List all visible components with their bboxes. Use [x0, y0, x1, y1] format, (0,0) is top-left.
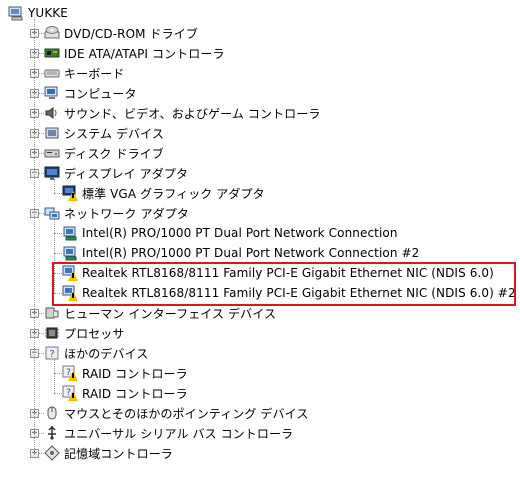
tree-item-label: 記憶域コントローラ: [64, 446, 173, 461]
tree-root-yukke[interactable]: YUKKE: [8, 3, 68, 23]
tree-item-label: システム デバイス: [64, 126, 164, 141]
tree-child-network-card[interactable]: Intel(R) PRO/1000 PT Dual Port Network C…: [62, 243, 419, 263]
unknown-warning-icon: ?: [62, 385, 78, 401]
tree-item-label: Intel(R) PRO/1000 PT Dual Port Network C…: [82, 246, 420, 260]
tree-item-label: ディスプレイ アダプタ: [64, 166, 189, 181]
tree-item-label: ヒューマン インターフェイス デバイス: [64, 306, 277, 321]
tree-connector: [34, 19, 35, 453]
tree-item-display-adapter[interactable]: ディスプレイ アダプタ: [44, 163, 188, 183]
tree-item-hid[interactable]: ヒューマン インターフェイス デバイス: [44, 303, 276, 323]
tree-item-disk-drive[interactable]: ディスク ドライブ: [44, 143, 164, 163]
tree-connector: [54, 233, 62, 234]
tree-item-label: Intel(R) PRO/1000 PT Dual Port Network C…: [82, 226, 398, 240]
other-devices-icon: ?: [44, 345, 60, 361]
mouse-icon: [44, 405, 60, 421]
tree-item-label: IDE ATA/ATAPI コントローラ: [64, 46, 225, 61]
tree-item-label: DVD/CD-ROM ドライブ: [64, 26, 198, 41]
unknown-warning-icon: ?: [62, 365, 78, 381]
display-warning-icon: [62, 185, 78, 201]
tree-item-computer[interactable]: コンピュータ: [44, 83, 137, 103]
tree-item-system-device[interactable]: システム デバイス: [44, 123, 164, 143]
hid-icon: [44, 305, 60, 321]
tree-item-label: RAID コントローラ: [82, 386, 188, 401]
speaker-icon: [44, 105, 60, 121]
keyboard-icon: [44, 65, 60, 81]
network-adapter-icon: [44, 205, 60, 221]
highlight-box: [52, 262, 516, 306]
tree-child-unknown-warning[interactable]: ? RAID コントローラ: [62, 363, 188, 383]
tree-item-label: マウスとそのほかのポインティング デバイス: [64, 406, 309, 421]
tree-item-label: ほかのデバイス: [64, 346, 149, 361]
tree-item-label: RAID コントローラ: [82, 366, 188, 381]
tree-item-network-adapter[interactable]: ネットワーク アダプタ: [44, 203, 189, 223]
warning-mark: [72, 393, 74, 398]
device-tree: YUKKE + DVD/CD-ROM ドライブ + IDE ATA/ATAPI コントロ…: [0, 0, 520, 490]
network-card-icon: [62, 245, 78, 261]
tree-item-label: 標準 VGA グラフィック アダプタ: [82, 186, 265, 201]
computer-icon: [44, 85, 60, 101]
tree-item-label: ディスク ドライブ: [64, 146, 164, 161]
tree-item-keyboard[interactable]: キーボード: [44, 63, 125, 83]
tree-item-label: コンピュータ: [64, 86, 137, 101]
tree-item-mouse[interactable]: マウスとそのほかのポインティング デバイス: [44, 403, 308, 423]
tree-connector: [54, 373, 62, 374]
tree-item-other-devices[interactable]: ? ほかのデバイス: [44, 343, 148, 363]
cdrom-icon: [44, 25, 60, 41]
tree-item-storage-controller[interactable]: 記憶域コントローラ: [44, 443, 173, 463]
tree-item-label: サウンド、ビデオ、およびゲーム コントローラ: [64, 106, 321, 121]
display-adapter-icon: [44, 165, 60, 181]
tree-child-display-warning[interactable]: 標準 VGA グラフィック アダプタ: [62, 183, 265, 203]
storage-controller-icon: [44, 445, 60, 461]
processor-icon: [44, 325, 60, 341]
tree-item-ide-controller[interactable]: IDE ATA/ATAPI コントローラ: [44, 43, 225, 63]
computer-root-icon: [8, 5, 24, 21]
tree-child-network-card[interactable]: Intel(R) PRO/1000 PT Dual Port Network C…: [62, 223, 398, 243]
disk-drive-icon: [44, 145, 60, 161]
tree-item-processor[interactable]: プロセッサ: [44, 323, 125, 343]
tree-item-label: プロセッサ: [64, 326, 125, 341]
warning-mark: [72, 373, 74, 378]
tree-item-usb[interactable]: ユニバーサル シリアル バス コントローラ: [44, 423, 293, 443]
warning-mark: [72, 193, 74, 198]
tree-connector: [54, 253, 62, 254]
tree-item-label: キーボード: [64, 66, 125, 81]
tree-connector: [54, 193, 62, 194]
tree-item-label: YUKKE: [28, 6, 68, 20]
system-device-icon: [44, 125, 60, 141]
tree-item-speaker[interactable]: サウンド、ビデオ、およびゲーム コントローラ: [44, 103, 320, 123]
tree-connector: [54, 179, 55, 193]
tree-item-label: ネットワーク アダプタ: [64, 206, 189, 221]
usb-icon: [44, 425, 60, 441]
tree-child-unknown-warning[interactable]: ? RAID コントローラ: [62, 383, 188, 403]
network-card-icon: [62, 225, 78, 241]
tree-item-label: ユニバーサル シリアル バス コントローラ: [64, 426, 294, 441]
ide-controller-icon: [44, 45, 60, 61]
tree-item-cdrom[interactable]: DVD/CD-ROM ドライブ: [44, 23, 198, 43]
tree-connector: [54, 359, 55, 393]
tree-connector: [54, 393, 62, 394]
